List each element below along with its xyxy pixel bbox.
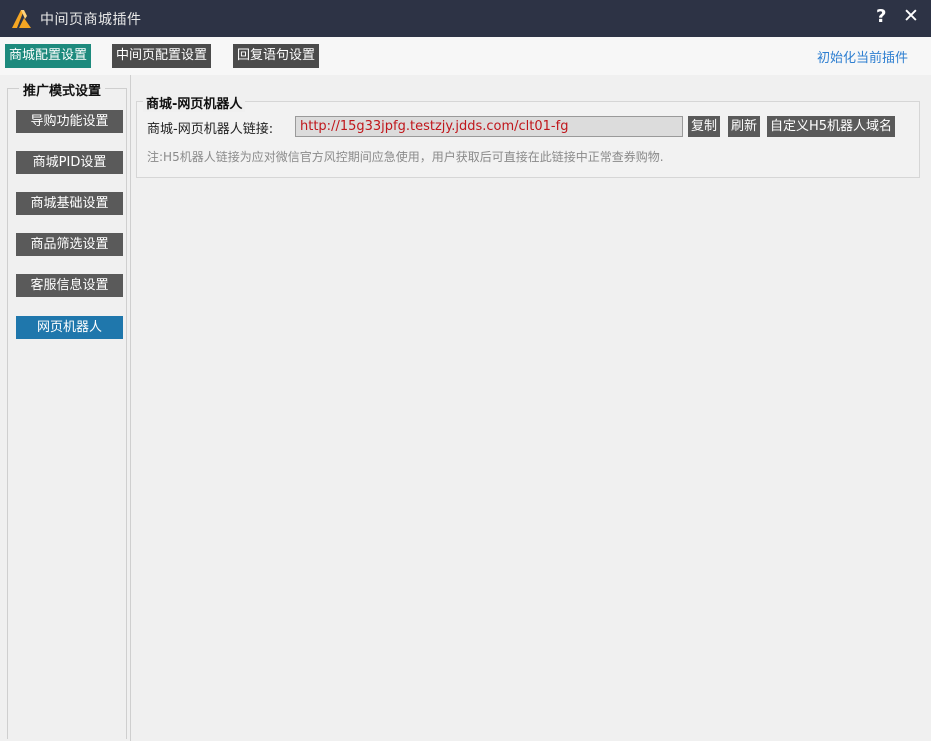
sidebar-item-mall-pid[interactable]: 商城PID设置 [16,151,123,174]
app-logo-icon [12,10,31,28]
window-title: 中间页商城插件 [40,12,142,28]
help-button[interactable]: ? [876,6,886,27]
sidebar-group-box [7,88,127,739]
sidebar-item-shopping-guide[interactable]: 导购功能设置 [16,110,123,133]
refresh-button[interactable]: 刷新 [728,116,761,137]
web-robot-group-box [136,101,920,178]
custom-h5-domain-button[interactable]: 自定义H5机器人域名 [767,116,896,137]
sidebar-item-customer-service[interactable]: 客服信息设置 [16,274,123,297]
close-button[interactable]: ✕ [903,5,919,27]
tab-reply-config[interactable]: 回复语句设置 [233,44,320,68]
sidebar-item-web-robot[interactable]: 网页机器人 [16,316,123,339]
main-content: 商城-网页机器人 商城-网页机器人链接: 复制 刷新 自定义H5机器人域名 注:… [131,75,931,741]
web-robot-legend: 商城-网页机器人 [143,93,246,112]
init-plugin-link[interactable]: 初始化当前插件 [817,47,908,66]
tab-middle-page-config[interactable]: 中间页配置设置 [112,44,212,68]
title-bar: 中间页商城插件 ? ✕ [0,0,931,37]
sidebar-legend: 推广模式设置 [19,80,106,99]
robot-link-label: 商城-网页机器人链接: [147,122,274,137]
top-tab-bar: 商城配置设置 中间页配置设置 回复语句设置 初始化当前插件 [0,37,931,76]
copy-button[interactable]: 复制 [688,116,721,137]
tab-mall-config[interactable]: 商城配置设置 [5,44,92,68]
sidebar-item-product-filter[interactable]: 商品筛选设置 [16,233,123,256]
sidebar: 推广模式设置 导购功能设置 商城PID设置 商城基础设置 商品筛选设置 客服信息… [0,75,130,741]
robot-link-field[interactable] [295,116,683,137]
sidebar-item-mall-basic[interactable]: 商城基础设置 [16,192,123,215]
robot-note: 注:H5机器人链接为应对微信官方风控期间应急使用，用户获取后可直接在此链接中正常… [147,150,664,164]
